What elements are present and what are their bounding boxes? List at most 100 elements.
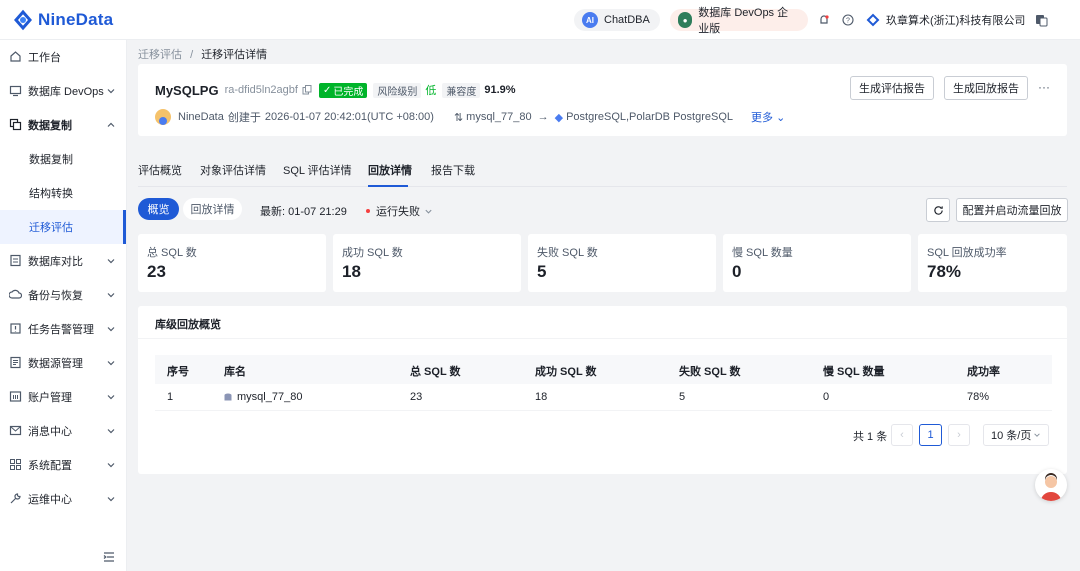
ai-badge-icon: AI	[582, 12, 598, 28]
stat-value: 78%	[927, 262, 962, 281]
generate-assessment-report-button[interactable]: 生成评估报告	[850, 76, 934, 100]
page-size-value: 10 条/页	[991, 430, 1032, 442]
latest-run: 最新: 01-07 21:29	[260, 203, 347, 219]
breadcrumb-separator: /	[190, 49, 194, 61]
chatdba-label: ChatDBA	[604, 14, 650, 26]
sidebar-item-replication[interactable]: 数据复制	[0, 108, 126, 142]
sidebar-item-db-compare[interactable]: 数据库对比	[0, 244, 126, 278]
company-logo-icon	[866, 13, 880, 27]
generate-replay-report-button[interactable]: 生成回放报告	[944, 76, 1028, 100]
configure-replay-button[interactable]: 配置并启动流量回放	[956, 198, 1068, 222]
tab-sql-details[interactable]: SQL 评估详情	[283, 162, 352, 188]
chevron-down-icon	[107, 395, 115, 400]
more-actions-icon[interactable]: ···	[1038, 80, 1050, 94]
table-cell: 78%	[967, 391, 990, 403]
prev-page-button[interactable]: ‹	[891, 424, 913, 446]
sidebar-item-label: 系统配置	[28, 460, 72, 472]
risk-level-label: 风险级别	[373, 82, 422, 98]
segment-replay-detail[interactable]: 回放详情	[183, 198, 242, 220]
table-header	[155, 355, 1052, 384]
compat-value: 91.9%	[484, 84, 516, 96]
chatdba-button[interactable]: AI ChatDBA	[574, 9, 660, 31]
company-switcher[interactable]: 玖章算术(浙江)科技有限公司	[866, 12, 1025, 28]
sidebar-item-workbench[interactable]: 工作台	[0, 40, 126, 74]
stat-label: 失败 SQL 数	[537, 247, 598, 259]
breadcrumb-current: 迁移评估详情	[201, 49, 268, 61]
logo[interactable]: NineData	[12, 8, 113, 32]
stat-card-success: 成功 SQL 数 18	[333, 234, 521, 292]
check-circle-icon: ✓	[322, 84, 332, 96]
status-badge: ✓ 已完成	[318, 82, 368, 98]
chevron-right-icon: ›	[957, 429, 961, 441]
column-header: 成功率	[967, 366, 1000, 378]
sidebar-subitem-replication[interactable]: 数据复制	[0, 142, 126, 176]
breadcrumb-parent[interactable]: 迁移评估	[138, 49, 182, 61]
svg-text:?: ?	[846, 18, 850, 25]
table-cell: 23	[410, 391, 423, 403]
tab-assessment-overview[interactable]: 评估概览	[138, 162, 182, 188]
sidebar-item-messages[interactable]: 消息中心	[0, 414, 126, 448]
column-header: 失败 SQL 数	[679, 366, 741, 378]
avatar	[155, 109, 171, 125]
run-status-dropdown[interactable]: 运行失败	[366, 203, 433, 219]
next-page-button[interactable]: ›	[948, 424, 970, 446]
column-header: 库名	[224, 366, 246, 378]
globe-icon: ●	[678, 12, 693, 28]
chevron-down-icon	[107, 293, 115, 298]
sidebar-item-label: 数据库 DevOps	[28, 86, 104, 98]
copy-id-icon[interactable]	[302, 85, 312, 95]
sidebar-item-label: 结构转换	[29, 188, 73, 200]
sidebar-item-system-config[interactable]: 系统配置	[0, 448, 126, 482]
chevron-down-icon	[1034, 433, 1040, 437]
chevron-down-icon	[107, 463, 115, 468]
more-link[interactable]: 更多 ⌄	[751, 109, 785, 125]
help-icon[interactable]: ?	[840, 12, 856, 28]
support-chat-avatar[interactable]	[1035, 469, 1067, 501]
stat-card-success-rate: SQL 回放成功率 78%	[918, 234, 1067, 292]
collapse-sidebar-icon[interactable]	[103, 551, 115, 563]
sidebar-item-label: 消息中心	[28, 426, 72, 438]
tab-object-details[interactable]: 对象评估详情	[200, 162, 266, 188]
refresh-icon	[933, 205, 943, 215]
arrow-right-icon: →	[537, 111, 549, 123]
table-cell-db[interactable]: mysql_77_80	[224, 391, 302, 403]
sidebar-item-devops[interactable]: 数据库 DevOps	[0, 74, 126, 108]
settings-icon	[10, 459, 21, 470]
created-label: 创建于	[227, 112, 261, 124]
ninedata-logo-icon	[14, 9, 32, 31]
sidebar-item-label: 数据源管理	[28, 358, 83, 370]
segment-overview[interactable]: 概览	[138, 198, 179, 220]
stat-card-slow: 慢 SQL 数量 0	[723, 234, 911, 292]
column-header: 慢 SQL 数量	[823, 366, 885, 378]
sidebar-item-datasource[interactable]: 数据源管理	[0, 346, 126, 380]
tab-divider	[138, 186, 1067, 187]
language-switch-icon[interactable]	[1033, 12, 1049, 28]
db-name: mysql_77_80	[237, 391, 303, 403]
status-dot-icon	[366, 209, 370, 213]
page-1-button[interactable]: 1	[919, 424, 942, 446]
edition-badge[interactable]: ● 数据库 DevOps 企业版	[670, 7, 808, 35]
task-title-row: MySQLPG ra-dfid5ln2agbf ✓ 已完成 风险级别 低 兼容度 …	[155, 82, 516, 98]
stat-value: 18	[342, 262, 361, 281]
account-icon	[9, 391, 22, 402]
table-cell: 0	[823, 391, 830, 403]
sidebar-item-backup[interactable]: 备份与恢复	[0, 278, 126, 312]
stat-card-total: 总 SQL 数 23	[138, 234, 326, 292]
sidebar-item-label: 数据复制	[29, 154, 73, 166]
sidebar-subitem-migration-assessment[interactable]: 迁移评估	[0, 210, 126, 244]
chevron-down-icon	[107, 259, 115, 264]
top-bar: NineData AI ChatDBA ● 数据库 DevOps 企业版 ? 玖…	[0, 0, 1080, 40]
tab-report-download[interactable]: 报告下载	[431, 162, 475, 188]
column-header: 总 SQL 数	[410, 366, 461, 378]
sidebar-item-account[interactable]: 账户管理	[0, 380, 126, 414]
task-id: ra-dfid5ln2agbf	[224, 84, 298, 96]
bell-icon[interactable]	[816, 12, 832, 28]
creator-name: NineData	[178, 111, 224, 123]
sidebar-item-ops-center[interactable]: 运维中心	[0, 482, 126, 516]
chevron-down-icon	[107, 327, 115, 332]
chevron-down-icon	[107, 429, 115, 434]
page-size-select[interactable]: 10 条/页	[983, 424, 1049, 446]
sidebar-subitem-schema-convert[interactable]: 结构转换	[0, 176, 126, 210]
refresh-button[interactable]	[926, 198, 950, 222]
sidebar-item-alerts[interactable]: 任务告警管理	[0, 312, 126, 346]
